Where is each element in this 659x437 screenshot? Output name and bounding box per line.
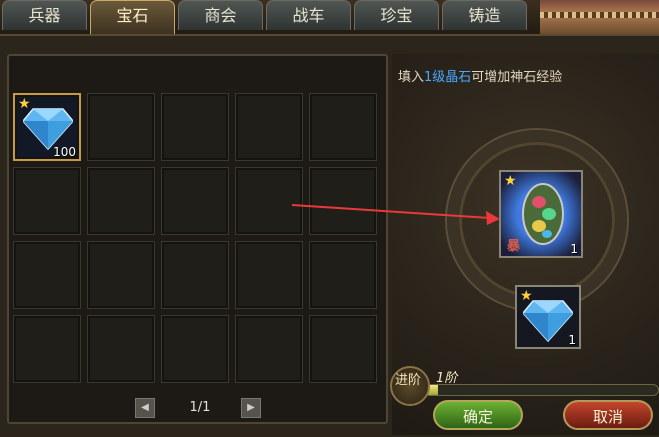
inventory-grid: ★ 100: [13, 93, 377, 383]
hint-highlight: 1级晶石: [424, 70, 472, 85]
confirm-button[interactable]: 确定: [433, 400, 523, 430]
inventory-slot[interactable]: [235, 167, 303, 235]
inventory-slot[interactable]: [235, 93, 303, 161]
advance-medal-icon: 进阶: [390, 366, 430, 406]
pager: ◀ 1/1 ▶: [130, 398, 270, 420]
page-next-button[interactable]: ▶: [241, 398, 261, 418]
target-gem-slot[interactable]: ★ 暴 1: [499, 170, 583, 258]
target-gem-quantity: 1: [570, 242, 578, 256]
item-quantity: 100: [53, 145, 76, 159]
material-gem-slot[interactable]: ★ 1: [515, 285, 581, 349]
blue-crystal-gem-icon: [523, 300, 573, 343]
tab-chariot[interactable]: 战车: [266, 0, 351, 30]
tab-gems[interactable]: 宝石: [90, 0, 175, 34]
inventory-slot[interactable]: [87, 167, 155, 235]
inventory-slot[interactable]: [235, 241, 303, 309]
inventory-slot[interactable]: [13, 167, 81, 235]
inventory-slot[interactable]: [161, 93, 229, 161]
background-scenery: [540, 0, 659, 34]
hint-text: 填入1级晶石可增加神石经验: [398, 70, 563, 85]
page-indicator: 1/1: [189, 400, 211, 415]
inventory-slot[interactable]: [235, 315, 303, 383]
tab-guild-shop[interactable]: 商会: [178, 0, 263, 30]
inventory-slot[interactable]: [87, 315, 155, 383]
advance-progress-bar: [423, 384, 659, 396]
advance-level: 1阶: [436, 371, 458, 386]
inventory-slot[interactable]: [161, 315, 229, 383]
advance-label: 进阶: [395, 373, 422, 388]
inventory-slot[interactable]: [87, 93, 155, 161]
page-prev-button[interactable]: ◀: [135, 398, 155, 418]
inventory-slot[interactable]: [13, 315, 81, 383]
inventory-slot[interactable]: [161, 167, 229, 235]
inventory-slot[interactable]: [13, 241, 81, 309]
inventory-slot-gem[interactable]: ★ 100: [13, 93, 81, 161]
tab-list: 兵器 宝石 商会 战车 珍宝 铸造: [2, 0, 527, 34]
star-icon: ★: [504, 173, 517, 189]
top-tab-bar: 兵器 宝石 商会 战车 珍宝 铸造: [0, 0, 659, 34]
cancel-button[interactable]: 取消: [563, 400, 653, 430]
inventory-slot[interactable]: [309, 167, 377, 235]
inventory-slot[interactable]: [309, 241, 377, 309]
material-gem-quantity: 1: [568, 333, 576, 347]
inventory-slot[interactable]: [309, 93, 377, 161]
inventory-slot[interactable]: [161, 241, 229, 309]
crit-label: 暴: [507, 239, 521, 254]
tab-treasure[interactable]: 珍宝: [354, 0, 439, 30]
tab-weapons[interactable]: 兵器: [2, 0, 87, 30]
inventory-slot[interactable]: [87, 241, 155, 309]
inventory-slot[interactable]: [309, 315, 377, 383]
tab-forge[interactable]: 铸造: [442, 0, 527, 30]
